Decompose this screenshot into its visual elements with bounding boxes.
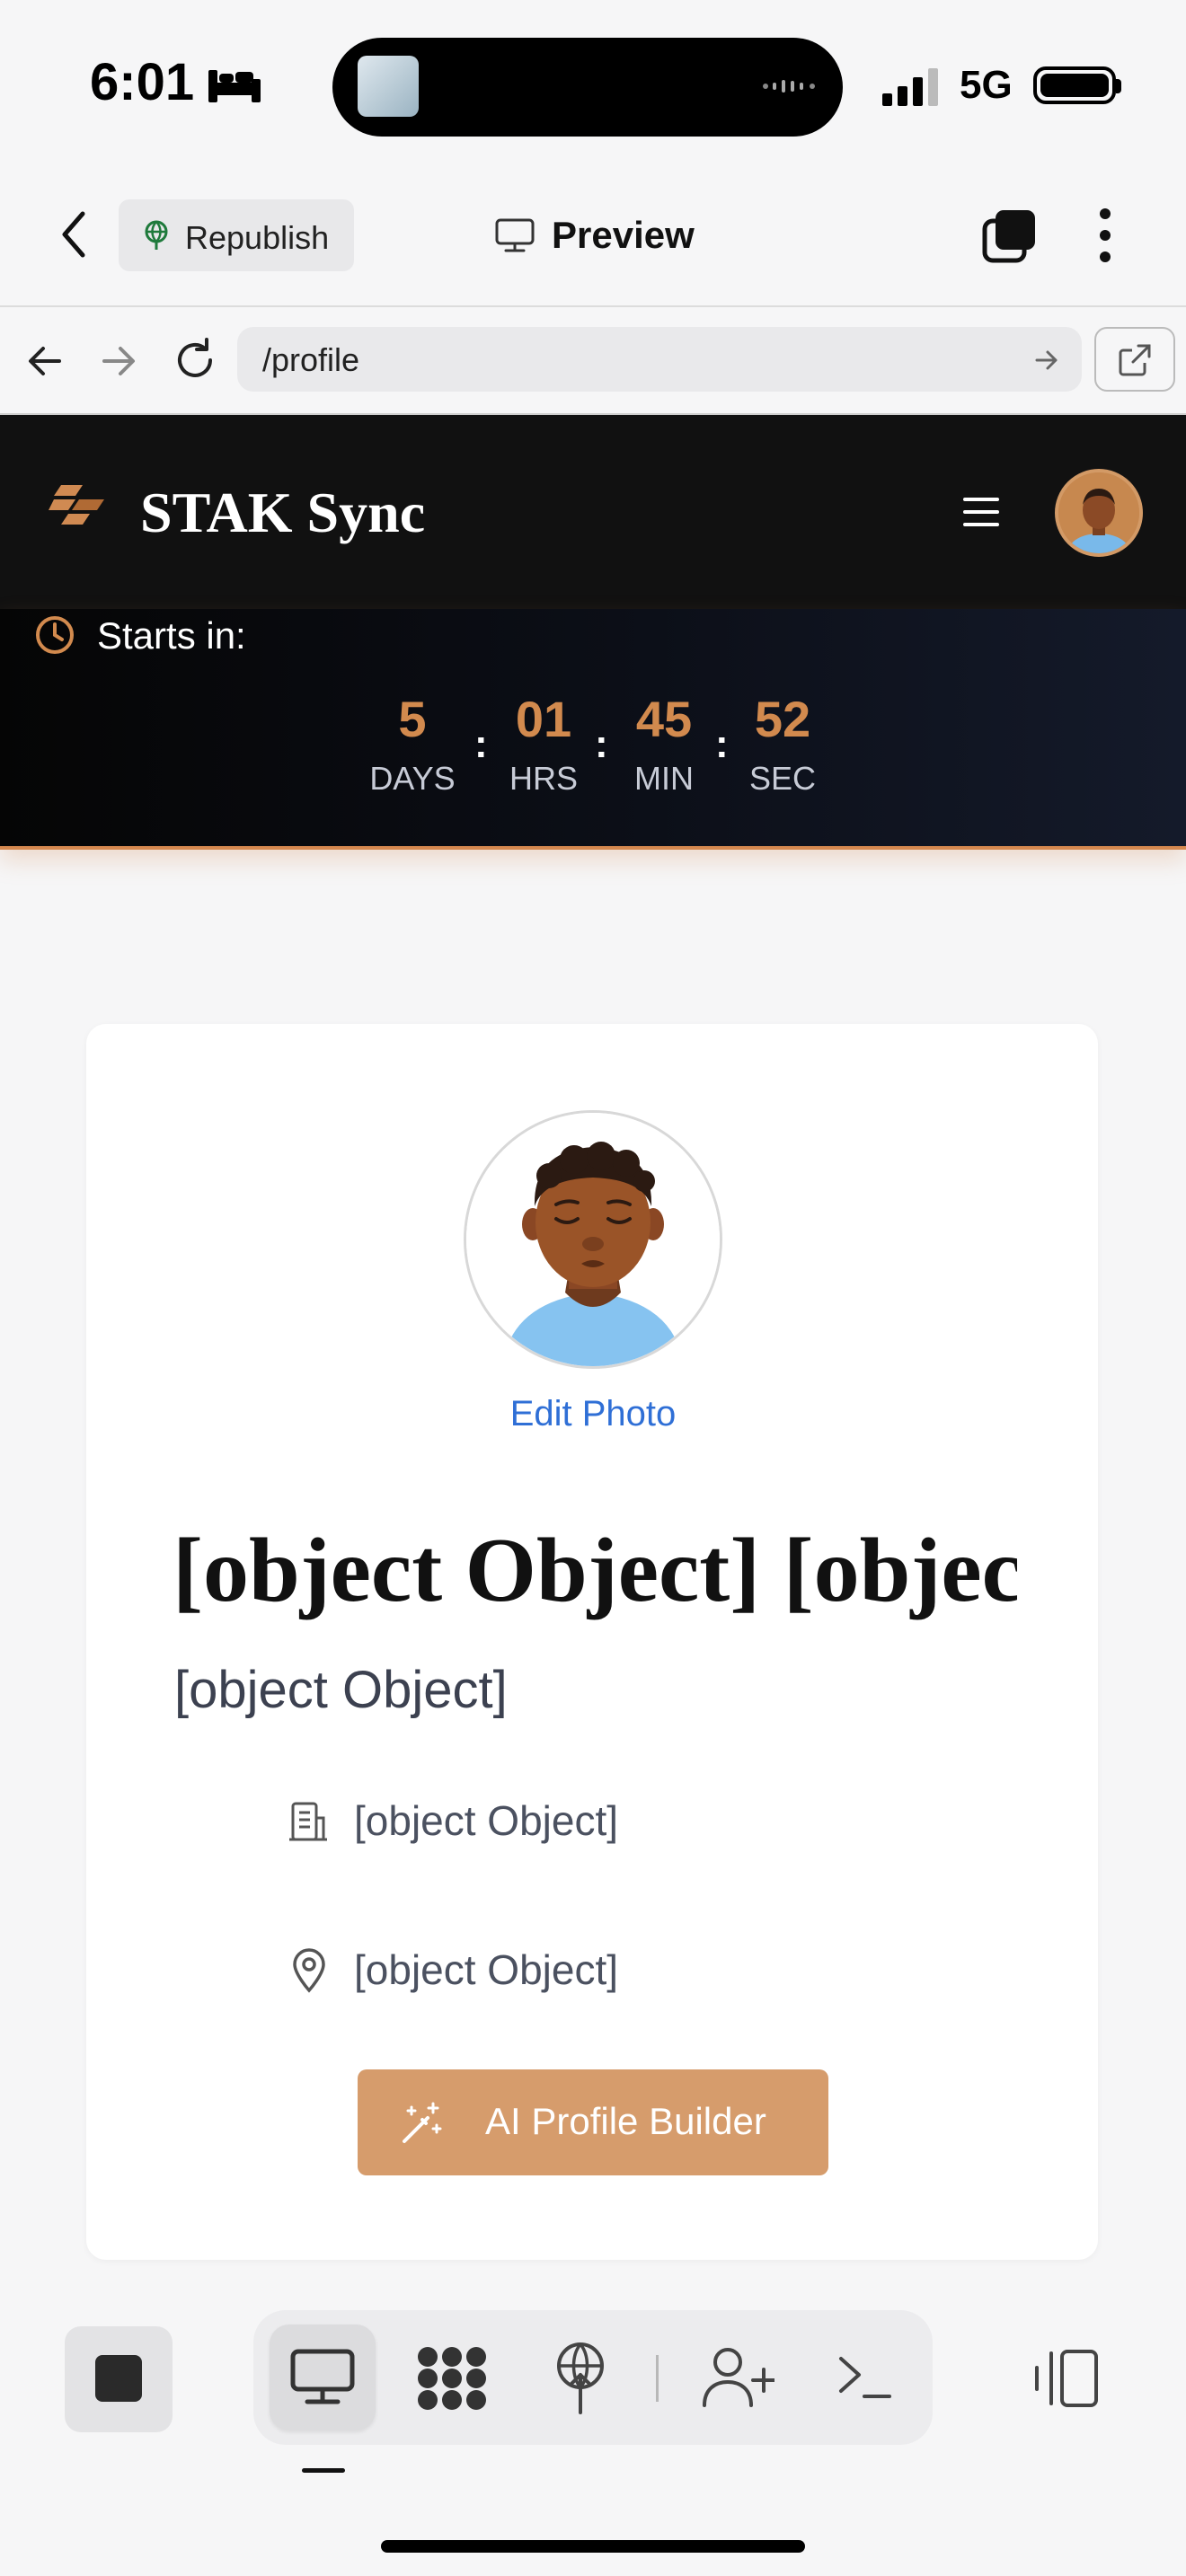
url-text: /profile [262,341,360,378]
map-pin-icon [293,1948,325,1993]
battery-level [1040,74,1109,97]
tabs-icon[interactable] [981,208,1037,264]
add-user-icon[interactable] [701,2344,774,2409]
countdown-days-value: 5 [398,691,427,747]
profile-location: [object Object] [354,1946,619,1993]
building-icon [289,1802,327,1841]
countdown-separator: : [715,722,729,766]
more-vertical-icon[interactable] [1096,207,1114,264]
audio-wave-icon [763,80,815,93]
countdown-days-unit: DAYS [369,760,456,797]
stop-icon [95,2355,142,2402]
magic-wand-icon [403,2102,442,2143]
countdown-seconds-value: 52 [754,691,811,747]
reload-icon[interactable] [173,338,217,383]
arrow-right-icon[interactable] [99,341,138,381]
countdown-label: Starts in: [97,614,246,657]
status-time: 6:01 [90,53,195,111]
cellular-signal-icon [882,68,938,106]
profile-company: [object Object] [354,1797,619,1844]
terminal-icon[interactable] [836,2348,893,2405]
countdown-hours-value: 01 [515,691,572,747]
active-tab-indicator [302,2468,345,2473]
countdown-separator: : [474,722,488,766]
user-avatar[interactable] [1055,469,1143,557]
ai-profile-builder-label: AI Profile Builder [485,2100,766,2142]
toolbar-divider [656,2355,659,2402]
countdown-separator: : [595,722,608,766]
globe-tree-icon [145,220,168,250]
republish-label: Republish [185,219,330,256]
menu-icon[interactable] [963,496,999,528]
clock-icon [36,616,74,654]
countdown-hours-unit: HRS [509,760,578,797]
home-indicator[interactable] [381,2540,805,2553]
avatar-illustration [1058,472,1139,553]
arrow-left-icon[interactable] [25,341,65,381]
countdown-minutes-unit: MIN [634,760,694,797]
preview-title[interactable]: Preview [552,214,695,257]
network-type: 5G [960,63,1013,107]
countdown-minutes-value: 45 [635,691,693,747]
avatar-illustration [466,1113,720,1366]
countdown-seconds-unit: SEC [748,760,817,797]
profile-title: [object Object] [174,1661,508,1719]
now-playing-thumbnail[interactable] [358,56,419,117]
battery-tip [1116,79,1121,93]
url-input[interactable] [237,327,1082,392]
globe-deploy-icon[interactable] [552,2339,609,2414]
monitor-icon [290,2349,355,2404]
go-arrow-icon[interactable] [1033,347,1060,374]
brand-name[interactable]: STAK Sync [140,480,425,546]
sleep-bed-icon [208,70,261,102]
monitor-icon [495,218,535,252]
stak-logo-icon [49,485,104,525]
split-view-icon[interactable] [1033,2348,1100,2409]
chevron-left-icon[interactable] [54,208,95,260]
edit-photo-link[interactable]: Edit Photo [0,1394,1186,1434]
components-grid-icon[interactable] [415,2344,489,2413]
profile-name: [object Object] [object Object] [173,1520,1017,1621]
external-link-icon [1119,344,1151,376]
profile-photo[interactable] [464,1110,722,1369]
